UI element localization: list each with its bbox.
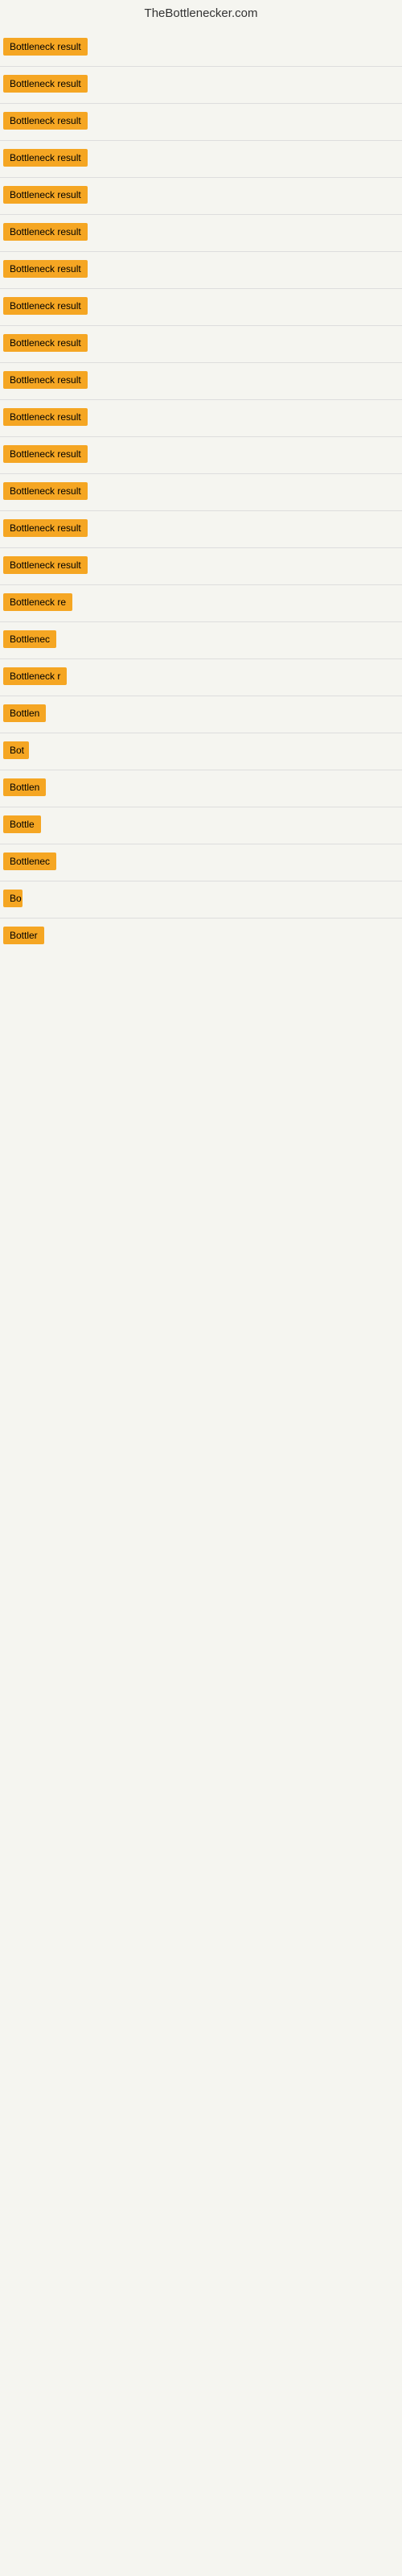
- bottleneck-item: Bottleneck result: [0, 437, 402, 473]
- bottleneck-item: Bottler: [0, 919, 402, 955]
- bottleneck-item: Bottleneck r: [0, 659, 402, 696]
- bottleneck-badge[interactable]: Bottleneck r: [3, 667, 67, 685]
- bottleneck-badge[interactable]: Bottle: [3, 815, 41, 833]
- bottleneck-badge[interactable]: Bottleneck re: [3, 593, 72, 611]
- bottleneck-badge[interactable]: Bottleneck result: [3, 408, 88, 426]
- bottleneck-item: Bo: [0, 881, 402, 918]
- bottleneck-item: Bottleneck result: [0, 289, 402, 325]
- bottleneck-item: Bottleneck result: [0, 511, 402, 547]
- bottleneck-badge[interactable]: Bottler: [3, 927, 44, 944]
- bottleneck-item: Bot: [0, 733, 402, 770]
- bottleneck-item: Bottleneck result: [0, 363, 402, 399]
- bottleneck-badge[interactable]: Bottlen: [3, 704, 46, 722]
- bottleneck-item: Bottleneck result: [0, 30, 402, 66]
- bottleneck-badge[interactable]: Bottleneck result: [3, 75, 88, 93]
- bottleneck-badge[interactable]: Bottleneck result: [3, 149, 88, 167]
- bottleneck-badge[interactable]: Bottleneck result: [3, 186, 88, 204]
- bottleneck-item: Bottleneck result: [0, 252, 402, 288]
- site-title: TheBottlenecker.com: [0, 0, 402, 30]
- bottleneck-badge[interactable]: Bottleneck result: [3, 445, 88, 463]
- page-container: TheBottlenecker.com Bottleneck result Bot…: [0, 0, 402, 955]
- bottleneck-item: Bottleneck result: [0, 67, 402, 103]
- bottleneck-badge[interactable]: Bottlenec: [3, 852, 56, 870]
- bottleneck-item: Bottleneck result: [0, 104, 402, 140]
- bottleneck-badge[interactable]: Bo: [3, 890, 23, 907]
- bottleneck-badge[interactable]: Bottleneck result: [3, 223, 88, 241]
- bottleneck-badge[interactable]: Bottlenec: [3, 630, 56, 648]
- bottleneck-badge[interactable]: Bot: [3, 741, 29, 759]
- bottleneck-badge[interactable]: Bottleneck result: [3, 519, 88, 537]
- bottleneck-badge[interactable]: Bottlen: [3, 778, 46, 796]
- bottleneck-item: Bottleneck re: [0, 585, 402, 621]
- bottleneck-badge[interactable]: Bottleneck result: [3, 297, 88, 315]
- bottleneck-badge[interactable]: Bottleneck result: [3, 556, 88, 574]
- bottleneck-badge[interactable]: Bottleneck result: [3, 371, 88, 389]
- bottleneck-item: Bottle: [0, 807, 402, 844]
- bottleneck-item: Bottlenec: [0, 844, 402, 881]
- bottleneck-badge[interactable]: Bottleneck result: [3, 260, 88, 278]
- bottleneck-badge[interactable]: Bottleneck result: [3, 334, 88, 352]
- bottleneck-badge[interactable]: Bottleneck result: [3, 112, 88, 130]
- bottleneck-item: Bottleneck result: [0, 326, 402, 362]
- bottleneck-item: Bottleneck result: [0, 178, 402, 214]
- bottleneck-item: Bottleneck result: [0, 548, 402, 584]
- bottleneck-item: Bottlenec: [0, 622, 402, 658]
- bottleneck-item: Bottleneck result: [0, 474, 402, 510]
- bottleneck-item: Bottleneck result: [0, 215, 402, 251]
- bottleneck-item: Bottlen: [0, 696, 402, 733]
- bottleneck-item: Bottlen: [0, 770, 402, 807]
- bottleneck-badge[interactable]: Bottleneck result: [3, 482, 88, 500]
- bottleneck-item: Bottleneck result: [0, 400, 402, 436]
- bottleneck-badge[interactable]: Bottleneck result: [3, 38, 88, 56]
- bottleneck-item: Bottleneck result: [0, 141, 402, 177]
